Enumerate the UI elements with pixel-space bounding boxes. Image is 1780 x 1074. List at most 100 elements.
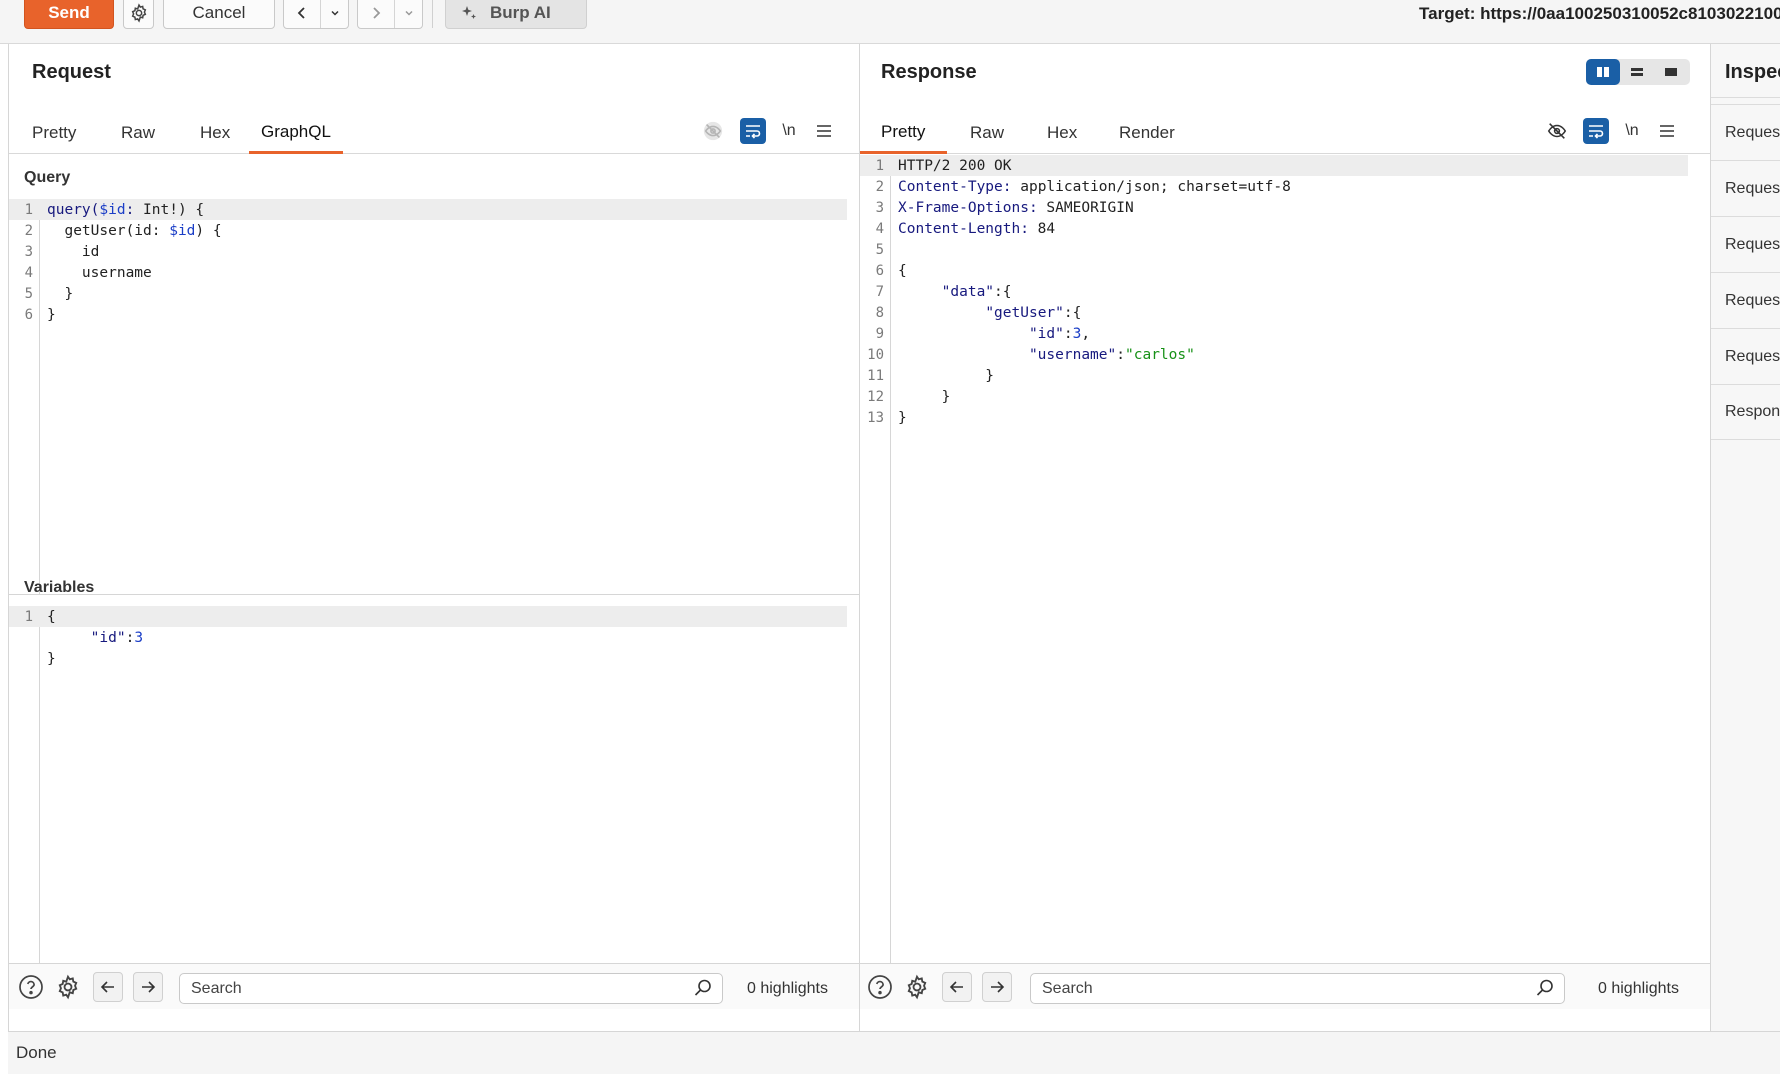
newline-toggle[interactable]: \n [776,118,802,144]
hide-nonprintable-button[interactable] [700,118,726,144]
chevron-down-icon [404,10,413,16]
code-line: 1 query($id: Int!) { [9,199,847,220]
search-settings-button[interactable] [53,972,83,1002]
history-back-button[interactable] [284,0,320,28]
history-forward-dropdown[interactable] [394,0,422,28]
code-line: 3 id [24,243,100,260]
request-tabs: Pretty Raw Hex GraphQL \n [9,112,859,154]
editor-menu-button[interactable] [811,118,837,144]
code-line: 4 Content-Length: 84 [875,220,1056,237]
burp-ai-button[interactable]: Burp AI [445,0,587,29]
tab-pretty[interactable]: Pretty [32,112,76,154]
gear-icon [907,974,927,1000]
history-forward-group [357,0,423,29]
toolbar-separator [432,0,433,28]
history-forward-button[interactable] [358,0,394,28]
search-prev-button[interactable] [93,972,123,1002]
arrow-right-icon [991,981,1005,993]
layout-side-by-side-button[interactable] [1586,59,1620,85]
variables-label: Variables [24,579,95,596]
history-back-group [283,0,349,29]
code-line: 1{ [9,606,847,627]
send-button[interactable]: Send [24,0,114,29]
word-wrap-toggle[interactable] [740,118,766,144]
settings-gear-button[interactable] [123,0,154,29]
help-button[interactable] [16,972,46,1002]
word-wrap-toggle[interactable] [1583,118,1609,144]
code-line: 5 [875,241,884,258]
help-icon [868,975,892,999]
rows-icon [1631,68,1643,76]
status-bar: Done [8,1031,1780,1074]
editor-menu-button[interactable] [1654,118,1680,144]
inspector-row-response-headers[interactable]: Response headers [1711,384,1780,440]
single-pane-icon [1665,68,1677,76]
tab-hex[interactable]: Hex [1047,112,1077,154]
inspector-row-request-headers[interactable]: Request headers [1711,328,1780,384]
code-line: 5 } [24,285,74,302]
request-search-bar: Search 0 highlights [9,963,859,1009]
code-line: 7 "data":{ [875,283,1012,300]
inspector-divider [1711,97,1780,98]
history-back-dropdown[interactable] [320,0,348,28]
layout-stacked-button[interactable] [1620,59,1654,85]
response-tabs: Pretty Raw Hex Render \n [860,112,1710,154]
search-prev-button[interactable] [942,972,972,1002]
code-line: 11 } [867,367,995,384]
inspector-row-request-query-parameters[interactable]: Request query parameters [1711,160,1780,216]
query-variables-divider[interactable] [9,594,859,595]
code-line: 13} [867,409,907,426]
help-button[interactable] [865,972,895,1002]
variables-editor[interactable]: 1{ "id":3 } [9,606,859,963]
tab-render[interactable]: Render [1119,112,1175,154]
hide-nonprintable-button[interactable] [1544,118,1570,144]
search-next-button[interactable] [982,972,1012,1002]
code-line: 6{ [875,262,907,279]
search-settings-button[interactable] [902,972,932,1002]
wrap-lines-icon [746,125,761,139]
code-line: } [47,650,56,667]
response-search-input[interactable]: Search [1030,973,1565,1004]
code-line: 12 } [867,388,951,405]
tab-graphql[interactable]: GraphQL [249,112,343,154]
tab-pretty[interactable]: Pretty [860,112,948,154]
help-icon [19,975,43,999]
response-title: Response [881,61,977,83]
code-line: 3 X-Frame-Options: SAMEORIGIN [875,199,1134,216]
code-line: "id":3 [90,629,144,646]
wrap-lines-icon [1589,125,1604,139]
target-url[interactable]: Target: https://0aa100250310052c81030221… [1419,4,1780,24]
code-line: 6} [24,306,56,323]
chevron-right-icon [373,6,381,19]
inspector-row-request-cookies[interactable]: Request cookies [1711,272,1780,328]
inspector-row-request-attributes[interactable]: Request attributes [1711,104,1780,160]
tab-raw[interactable]: Raw [121,112,155,154]
query-editor[interactable]: 1 query($id: Int!) { 2 getUser(id: $id) {… [9,199,859,594]
search-placeholder: Search [1042,979,1093,997]
code-line: 2 getUser(id: $id) { [24,222,222,239]
tab-hex[interactable]: Hex [200,112,230,154]
request-title: Request [32,61,111,83]
search-icon [1536,979,1553,996]
layout-single-button[interactable] [1654,59,1688,85]
response-editor[interactable]: 1 HTTP/2 200 OK 2 Content-Type: applicatio… [860,155,1700,963]
search-icon [694,979,711,996]
search-next-button[interactable] [133,972,163,1002]
arrow-left-icon [949,981,963,993]
tab-raw[interactable]: Raw [970,112,1004,154]
request-search-input[interactable]: Search [179,973,723,1004]
hamburger-menu-icon [817,125,831,137]
response-search-bar: Search 0 highlights [860,963,1710,1009]
status-text: Done [16,1043,57,1062]
inspector-panel: Inspector Request attributes Request que… [1711,44,1780,1031]
highlights-count: 0 highlights [1598,980,1679,997]
inspector-row-request-body-parameters[interactable]: Request body parameters [1711,216,1780,272]
code-line: 10 "username":"carlos" [867,346,1195,363]
inspector-title: Inspector [1725,61,1780,83]
highlights-count: 0 highlights [747,980,828,997]
arrow-right-icon [142,981,156,993]
request-panel: Request Pretty Raw Hex GraphQL \n Query … [8,44,860,1031]
newline-toggle[interactable]: \n [1619,118,1645,144]
cancel-button[interactable]: Cancel [163,0,275,29]
response-panel: Response Pretty Raw Hex Render \n 1 HTTP/… [860,44,1711,1031]
